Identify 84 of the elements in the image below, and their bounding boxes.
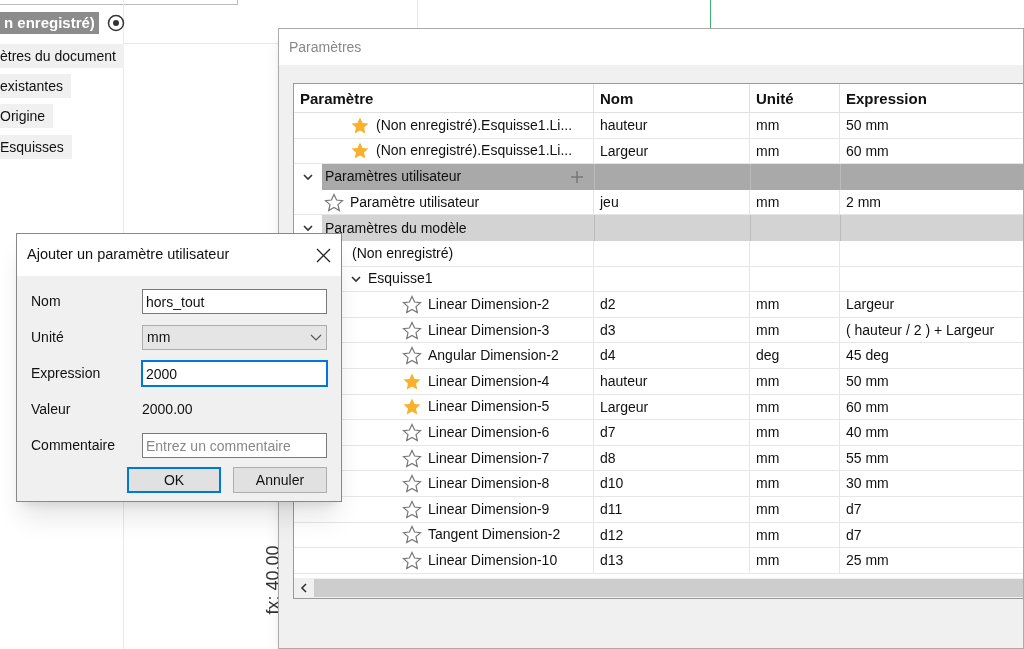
parameter-label: (Non enregistré).Esquisse1.Li... bbox=[376, 141, 573, 161]
table-cell: d4 bbox=[594, 343, 750, 369]
table-cell: 25 mm bbox=[840, 548, 1023, 574]
parameter-label: Linear Dimension-7 bbox=[428, 448, 550, 468]
table-cell: d3 bbox=[594, 317, 750, 344]
table-cell: hauteur bbox=[594, 113, 750, 139]
parameter-label: Linear Dimension-8 bbox=[428, 474, 550, 494]
table-cell: 55 mm bbox=[840, 445, 1023, 472]
table-cell: d13 bbox=[594, 548, 750, 574]
field-label: Nom bbox=[31, 292, 62, 311]
add-icon bbox=[571, 171, 583, 183]
column-header[interactable]: Expression bbox=[840, 84, 1023, 112]
table-cell: d2 bbox=[594, 292, 750, 318]
parameter-label: Linear Dimension-4 bbox=[428, 371, 550, 391]
dialog-button[interactable]: Annuler bbox=[233, 467, 327, 493]
group-header-row[interactable]: Paramètres utilisateur bbox=[322, 164, 1023, 190]
group-label: Paramètres utilisateur bbox=[325, 167, 462, 187]
radio-target-icon bbox=[107, 14, 125, 32]
table-cell: d8 bbox=[594, 445, 750, 472]
scroll-left-icon bbox=[299, 582, 309, 594]
input-field[interactable]: 2000 bbox=[142, 361, 327, 386]
field-label: Commentaire bbox=[31, 436, 117, 455]
column-header[interactable]: Nom bbox=[594, 84, 750, 112]
tree-item[interactable]: Esquisses bbox=[0, 135, 72, 159]
table-cell: mm bbox=[750, 113, 840, 139]
close-icon bbox=[316, 247, 331, 263]
parameter-label: Linear Dimension-10 bbox=[428, 550, 558, 570]
parameter-label: Linear Dimension-3 bbox=[428, 320, 550, 340]
table-cell: 30 mm bbox=[840, 471, 1023, 497]
tree-item[interactable]: existantes bbox=[0, 74, 72, 98]
value-readout: 2000.00 bbox=[142, 400, 193, 419]
input-field[interactable]: Entrez un commentaire bbox=[142, 433, 327, 458]
table-cell: mm bbox=[750, 548, 840, 574]
table-cell: d7 bbox=[840, 496, 1023, 523]
table-cell: mm bbox=[750, 394, 840, 421]
table-cell: 50 mm bbox=[840, 368, 1023, 395]
column-header[interactable]: Paramètre bbox=[294, 84, 594, 112]
table-cell: mm bbox=[750, 496, 840, 523]
table-cell: d7 bbox=[840, 522, 1023, 549]
parameter-label: Linear Dimension-6 bbox=[428, 422, 550, 442]
table-cell: ( hauteur / 2 ) + Largeur bbox=[840, 317, 1023, 344]
table-cell: mm bbox=[750, 368, 840, 395]
scrollbar-thumb[interactable] bbox=[314, 579, 1023, 597]
unit-dropdown[interactable]: mm bbox=[142, 325, 327, 350]
field-label: Expression bbox=[31, 364, 102, 383]
table-cell: d7 bbox=[594, 420, 750, 446]
table-cell: mm bbox=[750, 317, 840, 344]
parameter-label: Paramètre utilisateur bbox=[350, 192, 480, 212]
table-cell: Largeur bbox=[840, 292, 1023, 318]
tree-item[interactable]: Origine bbox=[0, 104, 54, 128]
table-cell: mm bbox=[750, 471, 840, 497]
table-cell: mm bbox=[750, 292, 840, 318]
table-cell: hauteur bbox=[594, 368, 750, 395]
parameter-label: (Non enregistré).Esquisse1.Li... bbox=[376, 115, 573, 135]
tree-node-label[interactable]: Esquisse1 bbox=[368, 268, 433, 290]
field-label: Valeur bbox=[31, 400, 72, 419]
parameter-label: Tangent Dimension-2 bbox=[428, 525, 561, 545]
table-cell: 60 mm bbox=[840, 394, 1023, 421]
window-title: Paramètres bbox=[289, 37, 362, 57]
column-header[interactable]: Unité bbox=[750, 84, 840, 112]
parameter-label: Angular Dimension-2 bbox=[428, 346, 559, 366]
group-header-row[interactable]: Paramètres du modèle bbox=[322, 215, 1023, 241]
caret-icon bbox=[310, 334, 322, 341]
dialog-button[interactable]: OK bbox=[127, 467, 221, 493]
table-cell: 40 mm bbox=[840, 420, 1023, 446]
tree-node-label[interactable]: (Non enregistré) bbox=[352, 242, 454, 264]
dialog-title: Ajouter un paramètre utilisateur bbox=[27, 245, 230, 265]
table-cell: mm bbox=[750, 420, 840, 446]
table-cell: deg bbox=[750, 343, 840, 369]
table-cell: 45 deg bbox=[840, 343, 1023, 369]
tree-item[interactable]: ètres du document bbox=[0, 44, 124, 68]
parameter-label: Linear Dimension-2 bbox=[428, 294, 550, 314]
parameter-label: Linear Dimension-9 bbox=[428, 499, 550, 519]
field-label: Unité bbox=[31, 328, 65, 347]
parameter-label: Linear Dimension-5 bbox=[428, 397, 550, 417]
table-cell: d12 bbox=[594, 522, 750, 549]
table-cell: mm bbox=[750, 522, 840, 549]
table-cell: 50 mm bbox=[840, 113, 1023, 139]
table-cell: mm bbox=[750, 445, 840, 472]
table-cell: d10 bbox=[594, 471, 750, 497]
table-cell: d11 bbox=[594, 496, 750, 523]
group-label: Paramètres du modèle bbox=[325, 218, 467, 238]
input-field[interactable]: hors_tout bbox=[142, 289, 327, 314]
table-cell: Largeur bbox=[594, 394, 750, 421]
